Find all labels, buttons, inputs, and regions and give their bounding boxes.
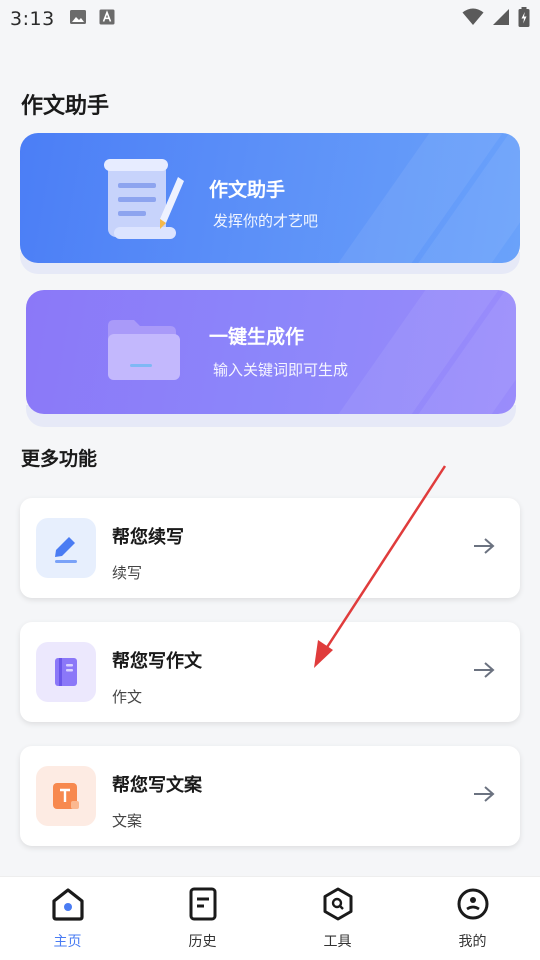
- home-icon: [50, 887, 86, 925]
- signal-icon: [492, 8, 510, 30]
- wifi-icon: [462, 8, 484, 30]
- hero-title: 作文助手: [209, 179, 286, 201]
- hero-subtitle: 输入关键词即可生成: [213, 361, 349, 379]
- arrow-right-icon: [472, 536, 496, 560]
- status-time: 3:13: [10, 8, 55, 30]
- book-icon: [36, 642, 96, 702]
- pen-icon: [36, 518, 96, 578]
- card-title: 帮您写作文: [112, 651, 202, 672]
- hero-subtitle: 发挥你的才艺吧: [213, 212, 319, 230]
- card-subtitle: 作文: [112, 688, 143, 706]
- feature-card-continue-writing[interactable]: 帮您续写 续写: [20, 498, 520, 598]
- card-subtitle: 续写: [112, 564, 143, 582]
- image-icon: [69, 9, 87, 29]
- tools-icon: [321, 887, 355, 925]
- battery-charging-icon: [518, 7, 530, 31]
- history-icon: [188, 887, 218, 925]
- tab-tools[interactable]: 工具: [270, 877, 405, 960]
- status-bar: 3:13: [0, 0, 540, 38]
- a-icon: [99, 9, 115, 29]
- tab-home[interactable]: 主页: [0, 877, 135, 960]
- tab-label: 工具: [323, 934, 352, 950]
- text-document-icon: [36, 766, 96, 826]
- hero-card-one-click-generate[interactable]: 一键生成作 输入关键词即可生成: [26, 290, 516, 414]
- folder-icon: [104, 316, 182, 388]
- tab-label: 历史: [188, 934, 217, 950]
- tab-label: 主页: [53, 934, 82, 950]
- section-title: 更多功能: [21, 448, 98, 470]
- card-title: 帮您续写: [112, 527, 184, 548]
- scroll-pen-icon: [100, 155, 190, 249]
- hero-card-essay-assistant[interactable]: 作文助手 发挥你的才艺吧: [20, 133, 520, 263]
- page-title: 作文助手: [21, 94, 110, 119]
- card-title: 帮您写文案: [112, 775, 202, 796]
- hero-title: 一键生成作: [209, 326, 305, 348]
- arrow-right-icon: [472, 660, 496, 684]
- arrow-right-icon: [472, 784, 496, 808]
- tab-profile[interactable]: 我的: [405, 877, 540, 960]
- card-subtitle: 文案: [112, 812, 143, 830]
- tab-label: 我的: [458, 934, 487, 950]
- profile-icon: [456, 887, 490, 925]
- bottom-tab-bar: 主页 历史 工具 我的: [0, 876, 540, 960]
- feature-card-copywriting[interactable]: 帮您写文案 文案: [20, 746, 520, 846]
- feature-card-essay[interactable]: 帮您写作文 作文: [20, 622, 520, 722]
- tab-history[interactable]: 历史: [135, 877, 270, 960]
